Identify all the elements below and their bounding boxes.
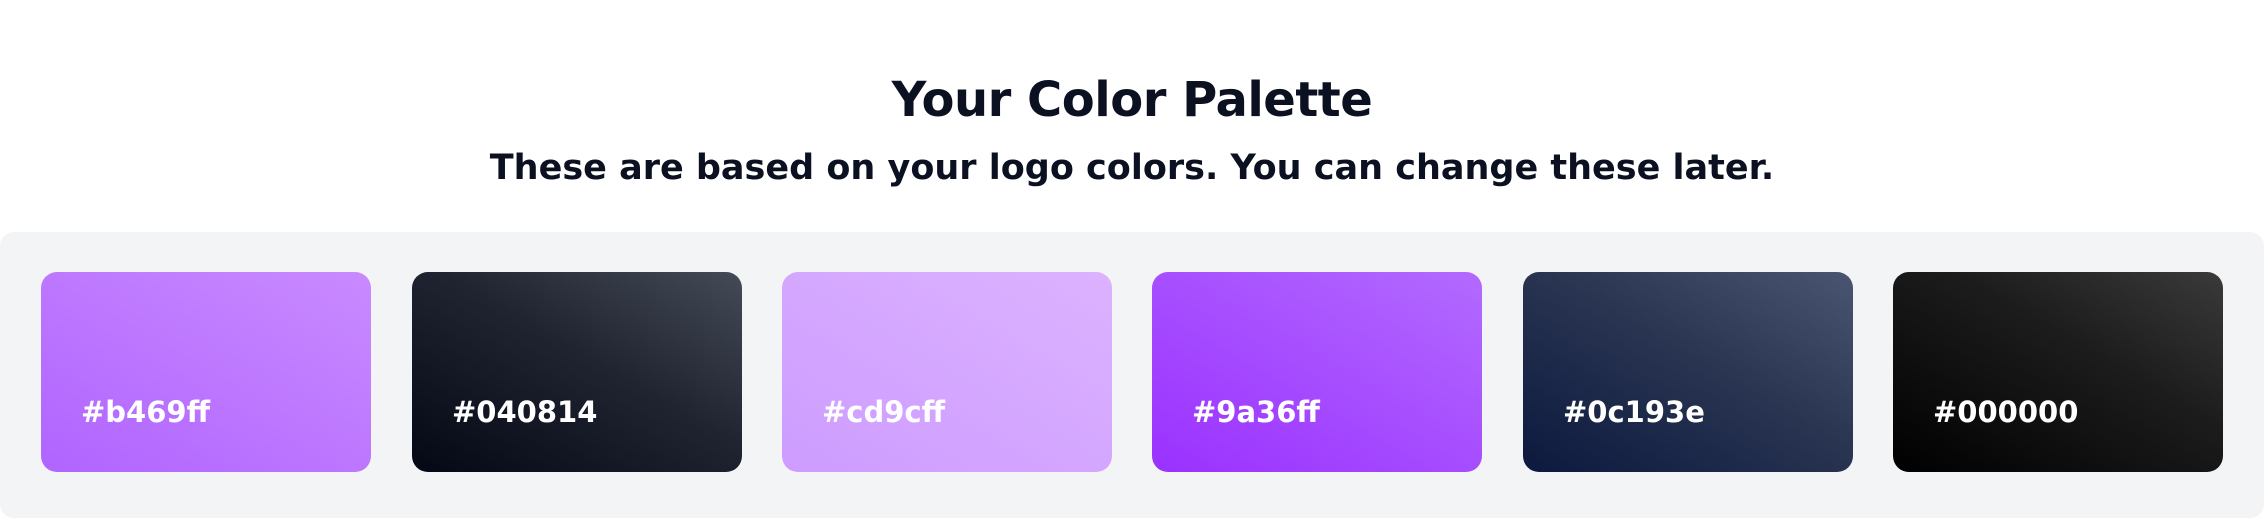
color-palette-page: Your Color Palette These are based on yo…: [0, 0, 2264, 532]
color-swatch-1[interactable]: #b469ff: [41, 272, 371, 472]
color-swatch-5[interactable]: #0c193e: [1523, 272, 1853, 472]
swatch-hex-label: #040814: [452, 395, 598, 429]
swatch-hex-label: #cd9cff: [822, 395, 946, 429]
palette-panel: #b469ff #040814 #cd9cff #9a36ff #0c193e …: [0, 232, 2264, 518]
swatch-hex-label: #b469ff: [81, 395, 211, 429]
swatch-hex-label: #9a36ff: [1192, 395, 1320, 429]
page-subtitle: These are based on your logo colors. You…: [489, 148, 1775, 188]
color-swatch-6[interactable]: #000000: [1893, 272, 2223, 472]
color-swatch-2[interactable]: #040814: [412, 272, 742, 472]
swatch-hex-label: #000000: [1933, 395, 2079, 429]
page-title: Your Color Palette: [891, 72, 1373, 128]
color-swatch-3[interactable]: #cd9cff: [782, 272, 1112, 472]
color-swatch-4[interactable]: #9a36ff: [1152, 272, 1482, 472]
swatch-hex-label: #0c193e: [1563, 395, 1705, 429]
